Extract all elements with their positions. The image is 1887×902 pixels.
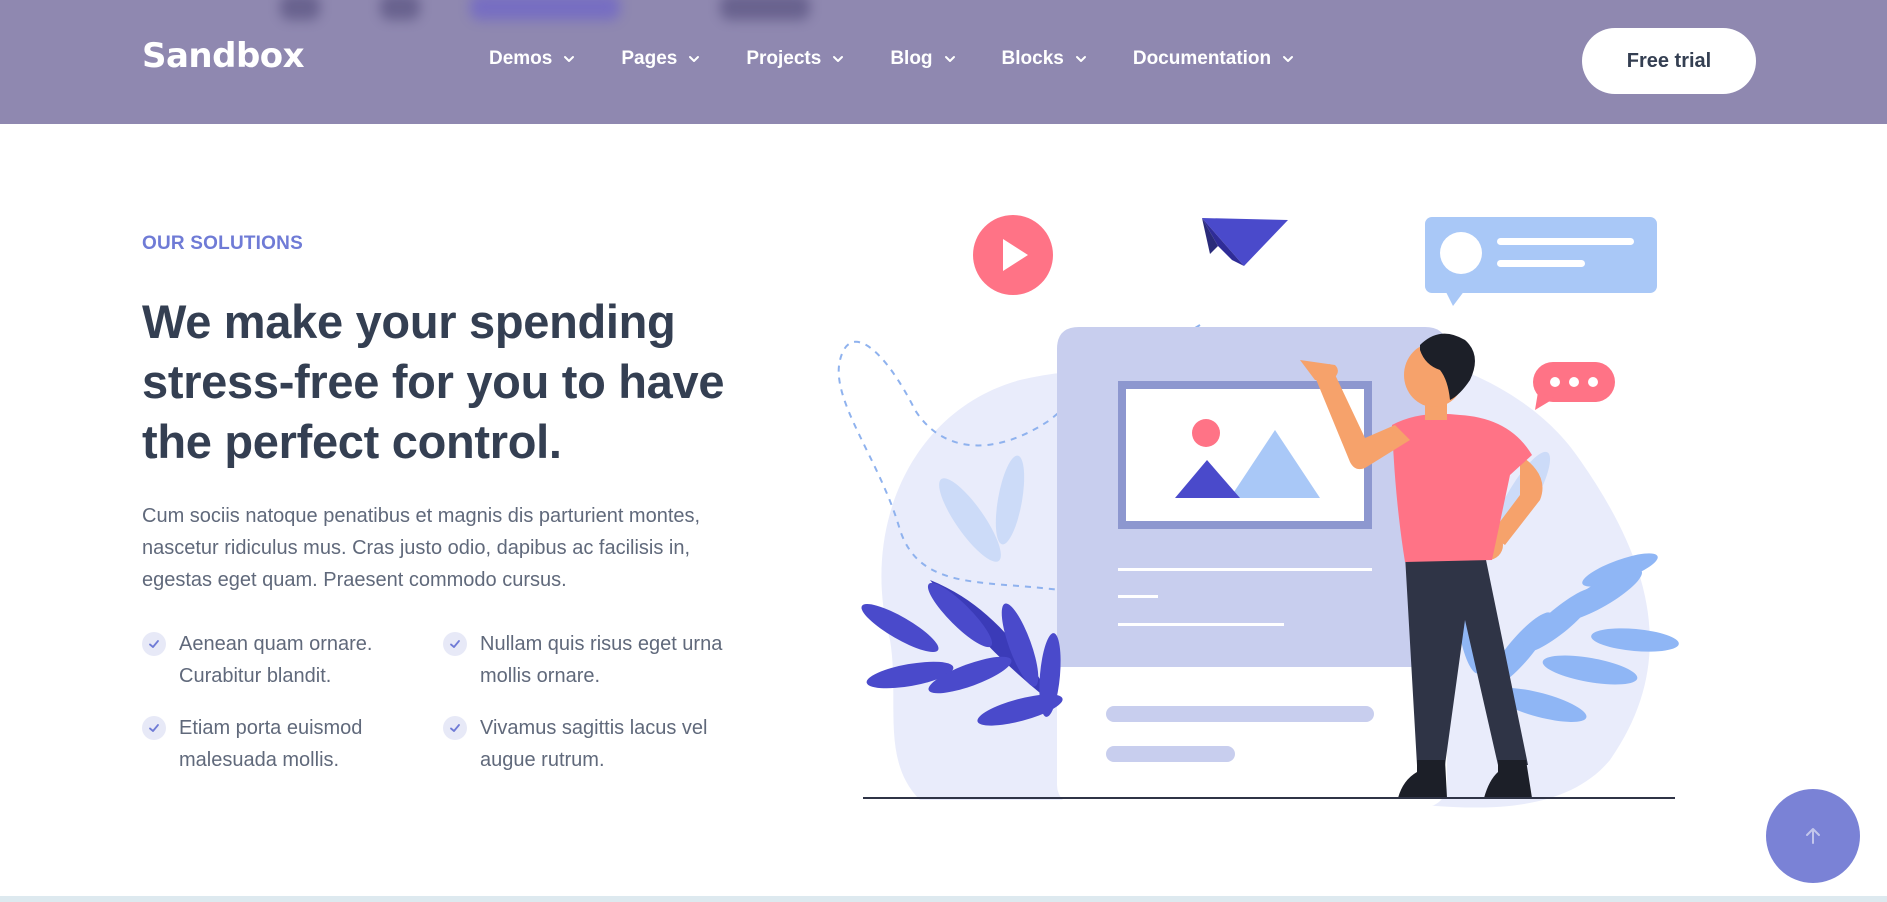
section-headline: We make your spending stress-free for yo… — [142, 295, 725, 468]
paper-plane-icon — [1202, 218, 1288, 266]
check-icon — [443, 632, 467, 656]
chevron-down-icon — [564, 56, 575, 62]
section-eyebrow: OUR SOLUTIONS — [142, 233, 303, 254]
list-item-text: Vivamus sagittis lacus vel augue rutrum. — [480, 717, 708, 771]
nav-item-label: Documentation — [1132, 48, 1272, 69]
site-header: Sandbox Demos Pages Projects Blog Blocks… — [0, 0, 1887, 124]
back-to-top-button[interactable] — [1766, 789, 1860, 883]
list-item-text: Aenean quam ornare. Curabitur blandit. — [179, 633, 373, 687]
main-nav: Demos Pages Projects Blog Blocks Documen… — [489, 48, 1340, 70]
hero-illustration — [837, 215, 1679, 808]
check-icon — [142, 716, 166, 740]
nav-item-demos[interactable]: Demos — [489, 48, 576, 70]
logo[interactable]: Sandbox — [142, 36, 305, 76]
check-icon — [443, 716, 467, 740]
nav-item-pages[interactable]: Pages — [621, 48, 701, 70]
list-item: Etiam porta euismod malesuada mollis. — [142, 712, 442, 776]
check-icon — [142, 632, 166, 656]
section-lead: Cum sociis natoque penatibus et magnis d… — [142, 505, 701, 591]
next-section-edge — [0, 896, 1887, 902]
chevron-down-icon — [944, 56, 955, 62]
chevron-down-icon — [1283, 56, 1294, 62]
nav-item-blog[interactable]: Blog — [890, 48, 956, 70]
background-blur — [270, 0, 930, 34]
list-item: Nullam quis risus eget urna mollis ornar… — [443, 628, 743, 692]
nav-item-label: Demos — [489, 48, 553, 69]
list-item: Aenean quam ornare. Curabitur blandit. — [142, 628, 442, 692]
chevron-down-icon — [833, 56, 844, 62]
chevron-down-icon — [689, 56, 700, 62]
list-item: Vivamus sagittis lacus vel augue rutrum. — [443, 712, 743, 776]
nav-item-label: Pages — [621, 48, 678, 69]
nav-item-documentation[interactable]: Documentation — [1133, 48, 1295, 70]
nav-item-label: Blog — [890, 48, 933, 69]
nav-item-projects[interactable]: Projects — [746, 48, 845, 70]
nav-item-label: Projects — [746, 48, 822, 69]
list-item-text: Nullam quis risus eget urna mollis ornar… — [480, 633, 723, 687]
free-trial-button[interactable]: Free trial — [1582, 28, 1756, 94]
arrow-up-icon — [1806, 828, 1820, 844]
nav-item-blocks[interactable]: Blocks — [1002, 48, 1088, 70]
chevron-down-icon — [1075, 56, 1086, 62]
list-item-text: Etiam porta euismod malesuada mollis. — [179, 717, 363, 771]
nav-item-label: Blocks — [1001, 48, 1064, 69]
